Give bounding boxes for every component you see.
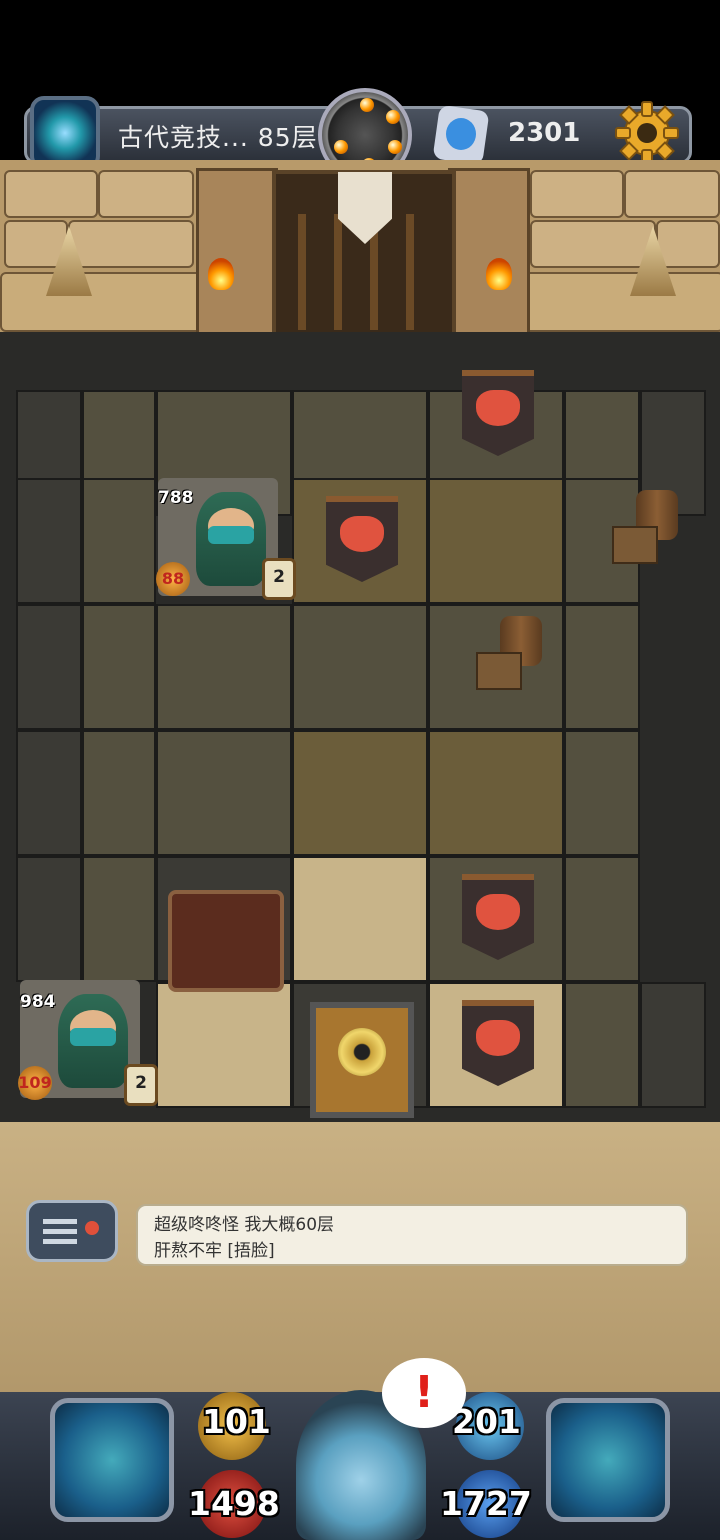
tile bbox=[16, 730, 82, 856]
monster-attack: 88 bbox=[156, 562, 190, 596]
menu-line bbox=[43, 1239, 77, 1244]
menu-line bbox=[43, 1229, 77, 1234]
attack-value: 101 bbox=[202, 1402, 271, 1441]
boar-icon bbox=[476, 894, 520, 930]
tile[interactable] bbox=[428, 478, 564, 604]
portal-icon[interactable] bbox=[30, 96, 100, 170]
crate-icon bbox=[476, 652, 522, 690]
tile[interactable] bbox=[82, 604, 156, 730]
hp-value: 1498 bbox=[188, 1484, 280, 1523]
tile[interactable] bbox=[564, 604, 640, 730]
chat-line-2: 肝熬不牢 [捂脸] bbox=[154, 1241, 275, 1261]
tile[interactable] bbox=[564, 730, 640, 856]
pillar-left bbox=[196, 168, 278, 340]
torch-icon bbox=[208, 258, 234, 290]
tile[interactable] bbox=[156, 604, 292, 730]
tile bbox=[16, 478, 82, 604]
alert-bubble[interactable]: ! bbox=[382, 1358, 466, 1428]
crate-icon bbox=[612, 526, 658, 564]
boar-banner-enemy[interactable] bbox=[462, 370, 534, 456]
boar-banner-enemy[interactable] bbox=[326, 496, 398, 582]
monster-level: 2 bbox=[124, 1064, 158, 1106]
gear-icon[interactable] bbox=[614, 100, 680, 166]
monster-attack: 109 bbox=[18, 1066, 52, 1100]
tile[interactable] bbox=[82, 856, 156, 982]
shrine-altar[interactable] bbox=[168, 890, 284, 992]
boar-icon bbox=[340, 516, 384, 552]
hero-equipment-button[interactable] bbox=[50, 1398, 174, 1522]
boar-banner-enemy[interactable] bbox=[462, 1000, 534, 1086]
tile[interactable] bbox=[428, 730, 564, 856]
monster-hp: 788 bbox=[158, 488, 194, 508]
monster-level: 2 bbox=[262, 558, 296, 600]
mana-value: 1727 bbox=[440, 1484, 532, 1523]
tile[interactable] bbox=[82, 730, 156, 856]
tile[interactable] bbox=[292, 604, 428, 730]
boar-icon bbox=[476, 390, 520, 426]
chat-button[interactable] bbox=[26, 1200, 118, 1262]
torch-icon bbox=[486, 258, 512, 290]
chat-dot-icon bbox=[85, 1221, 99, 1235]
boar-banner-enemy[interactable] bbox=[462, 874, 534, 960]
monster-mask bbox=[208, 526, 254, 544]
tile[interactable] bbox=[156, 982, 292, 1108]
gem-face-icon bbox=[446, 118, 476, 150]
menu-line bbox=[43, 1219, 77, 1224]
pillar-right bbox=[448, 168, 530, 340]
floor-label: 古代竞技... 85层 bbox=[118, 123, 318, 152]
tile[interactable] bbox=[156, 730, 292, 856]
tile bbox=[16, 856, 82, 982]
tile[interactable] bbox=[564, 982, 640, 1108]
currency-amount: 2301 bbox=[508, 118, 581, 148]
tile[interactable] bbox=[564, 856, 640, 982]
keyhole-icon bbox=[338, 1028, 386, 1076]
tile bbox=[16, 604, 82, 730]
tile[interactable] bbox=[82, 478, 156, 604]
chat-line-1: 超级咚咚怪 我大概60层 bbox=[154, 1215, 335, 1235]
tile[interactable] bbox=[292, 856, 428, 982]
monster-mask bbox=[70, 1028, 116, 1046]
monster-hp: 984 bbox=[20, 992, 56, 1012]
tile[interactable] bbox=[292, 730, 428, 856]
spellbook-button[interactable] bbox=[546, 1398, 670, 1522]
boar-icon bbox=[476, 1020, 520, 1056]
defense-value: 201 bbox=[452, 1402, 521, 1441]
tile bbox=[640, 982, 706, 1108]
